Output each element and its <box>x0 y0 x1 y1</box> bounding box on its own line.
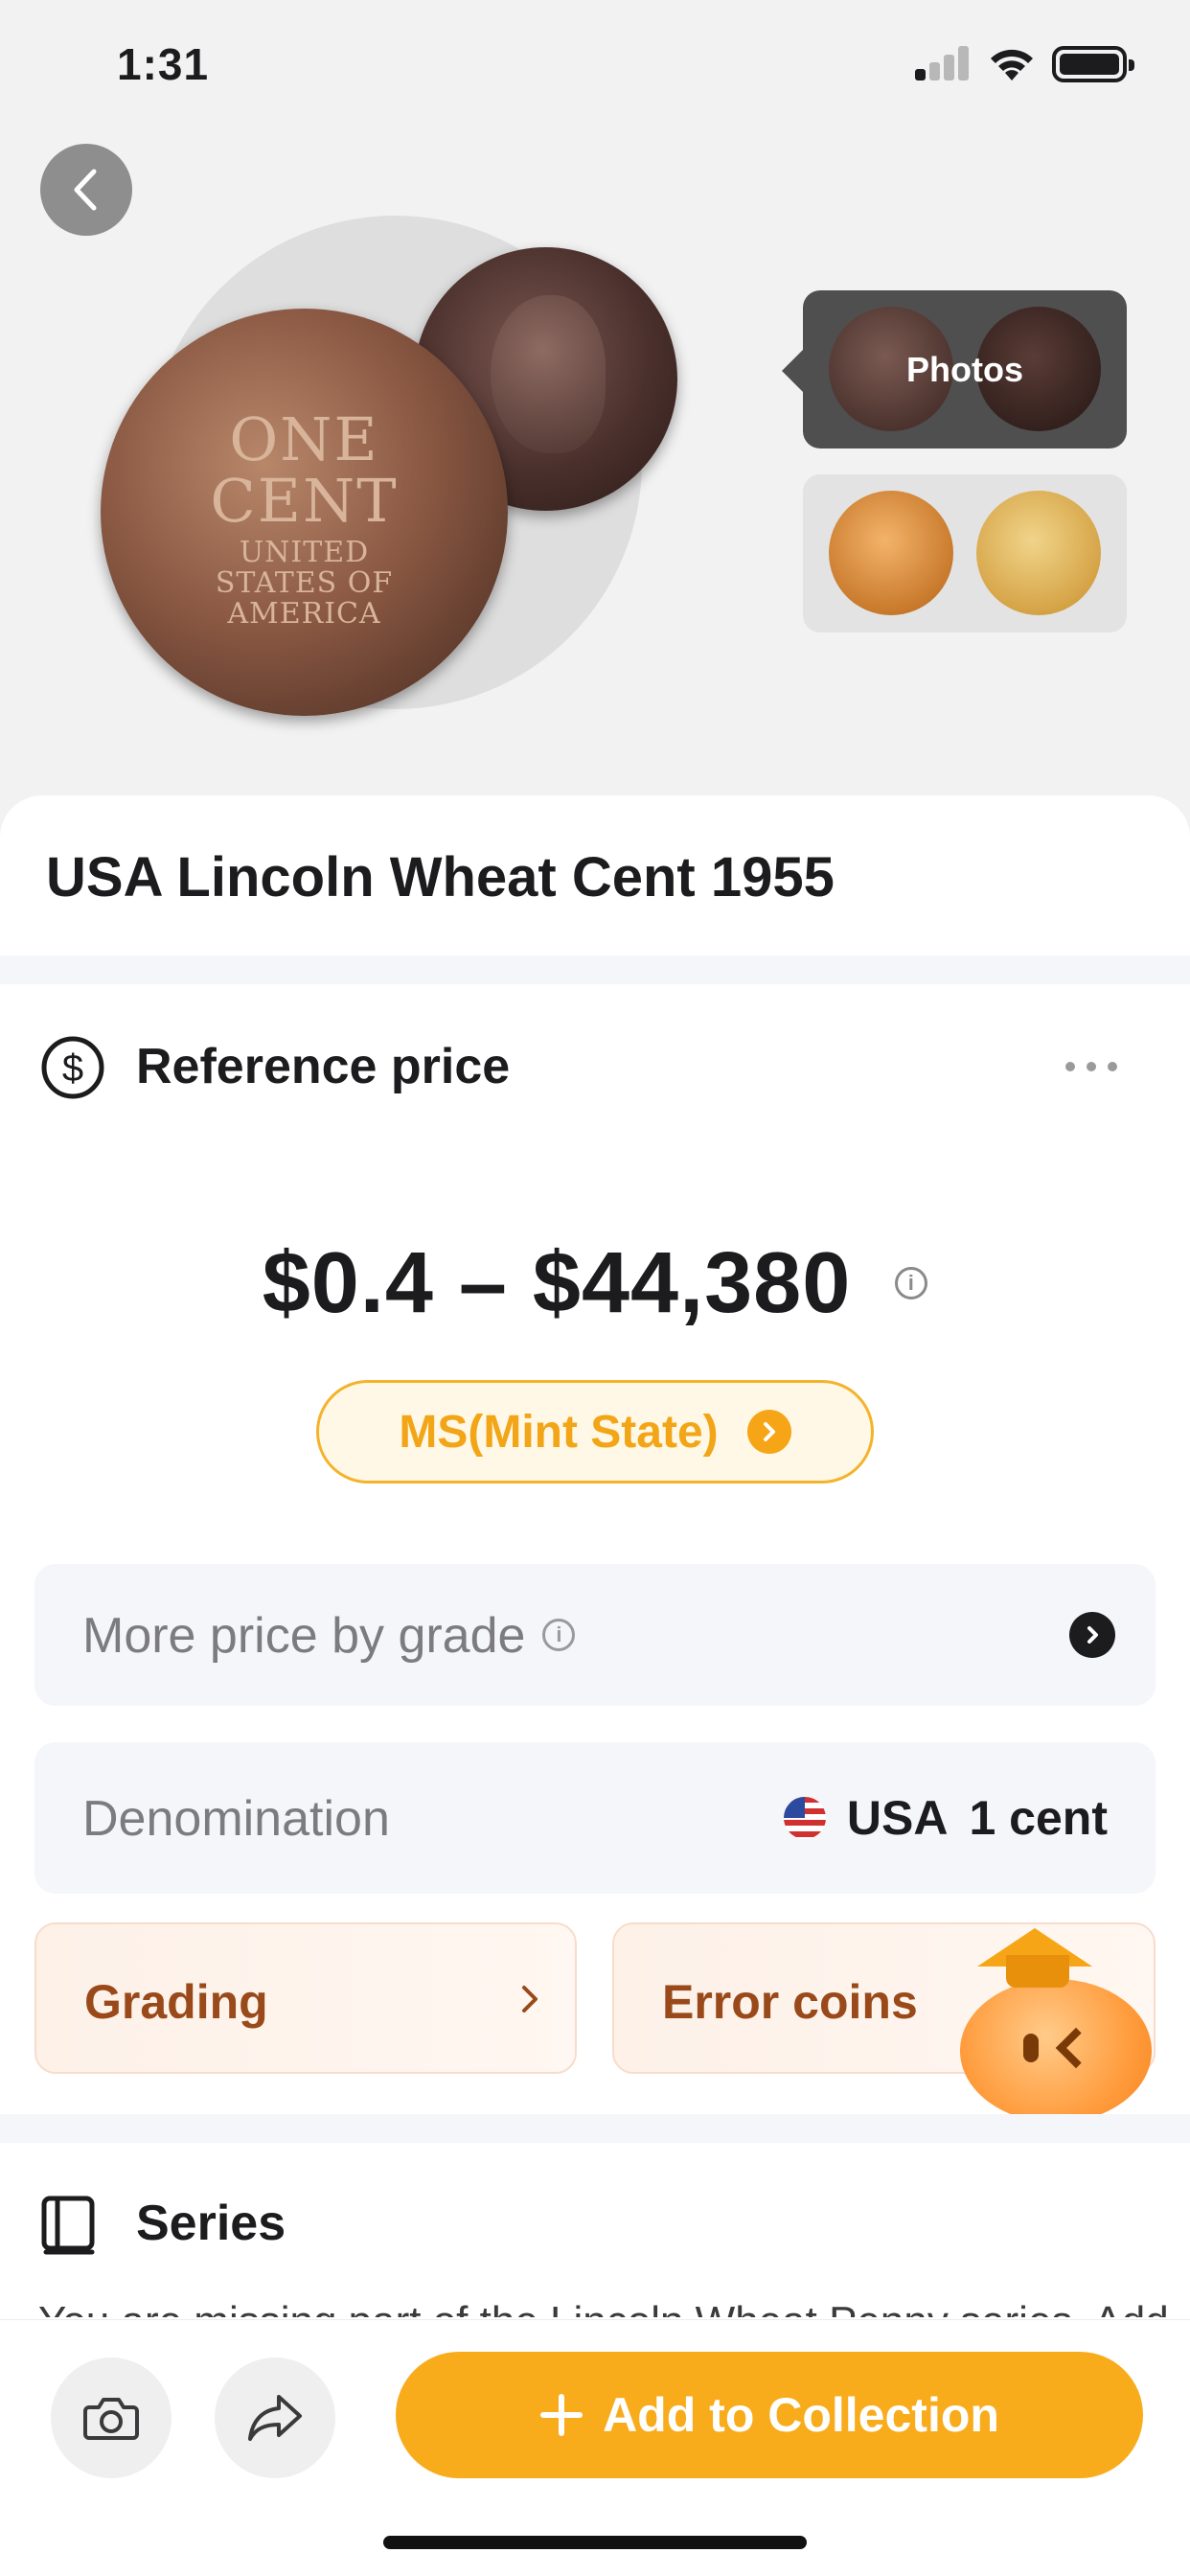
series-description: You are missing part of the Lincoln Whea… <box>38 2298 1169 2317</box>
lincoln-portrait <box>491 295 606 453</box>
more-dots-icon[interactable] <box>1065 1062 1117 1071</box>
status-bar: 1:31 <box>0 0 1190 134</box>
denomination-value: USA 1 cent <box>783 1790 1108 1846</box>
reference-images-thumbnail[interactable] <box>803 474 1127 632</box>
info-icon[interactable]: i <box>895 1267 928 1300</box>
plus-icon <box>540 2394 584 2436</box>
mascot-icon[interactable] <box>949 1926 1159 2134</box>
grade-label: MS(Mint State) <box>399 1406 719 1458</box>
back-button[interactable] <box>40 144 132 236</box>
coin-front-small: UNITED STATES OF AMERICA <box>215 536 394 631</box>
coin-engraving: ONE CENT UNITED STATES OF AMERICA <box>101 409 508 630</box>
series-heading: Series <box>136 2196 286 2251</box>
camera-icon <box>83 2398 139 2440</box>
cellular-signal-icon <box>915 46 971 80</box>
grading-tile[interactable]: Grading <box>34 1922 577 2074</box>
status-time: 1:31 <box>117 39 210 89</box>
info-icon[interactable]: i <box>542 1619 576 1652</box>
grading-label: Grading <box>84 1975 268 2029</box>
chevron-right-icon <box>1069 1612 1115 1658</box>
error-coins-label: Error coins <box>662 1975 918 2029</box>
price-range: $0.4 – $44,380 i <box>0 1234 1190 1333</box>
coin-reverse-image[interactable]: ONE CENT UNITED STATES OF AMERICA <box>101 309 508 716</box>
chevron-right-icon <box>522 1986 538 2012</box>
share-button[interactable] <box>215 2358 335 2478</box>
chevron-right-icon <box>746 1410 791 1454</box>
section-divider <box>0 2114 1190 2143</box>
denomination-amount: 1 cent <box>969 1791 1108 1845</box>
reference-price-heading: Reference price <box>136 1039 511 1094</box>
grade-selector-button[interactable]: MS(Mint State) <box>316 1380 874 1484</box>
photos-thumbnail-button[interactable]: Photos <box>782 290 1127 448</box>
more-price-by-grade-row[interactable]: More price by grade i <box>34 1564 1156 1706</box>
dollar-circle-icon: $ <box>41 1036 104 1099</box>
section-divider <box>0 955 1190 984</box>
coin-title: USA Lincoln Wheat Cent 1955 <box>46 846 835 908</box>
book-icon <box>41 2196 95 2255</box>
denomination-label: Denomination <box>82 1791 390 1847</box>
denomination-country: USA <box>846 1791 949 1845</box>
chevron-left-icon <box>74 169 97 211</box>
coin-front-text: ONE CENT <box>210 404 399 536</box>
wifi-icon <box>991 49 1033 80</box>
svg-text:$: $ <box>62 1047 83 1090</box>
price-range-value: $0.4 – $44,380 <box>262 1235 852 1331</box>
us-flag-icon <box>783 1797 826 1839</box>
reference-thumb-reverse <box>976 491 1101 615</box>
denomination-row: Denomination USA 1 cent <box>34 1742 1156 1894</box>
share-icon <box>248 2395 302 2441</box>
battery-icon <box>1052 46 1134 82</box>
photos-label: Photos <box>906 350 1023 389</box>
more-price-label: More price by grade <box>82 1608 526 1664</box>
reference-thumb-obverse <box>829 491 953 615</box>
home-indicator[interactable] <box>383 2536 807 2549</box>
add-to-collection-label: Add to Collection <box>603 2388 999 2442</box>
add-to-collection-button[interactable]: Add to Collection <box>396 2352 1143 2478</box>
camera-button[interactable] <box>51 2358 172 2478</box>
